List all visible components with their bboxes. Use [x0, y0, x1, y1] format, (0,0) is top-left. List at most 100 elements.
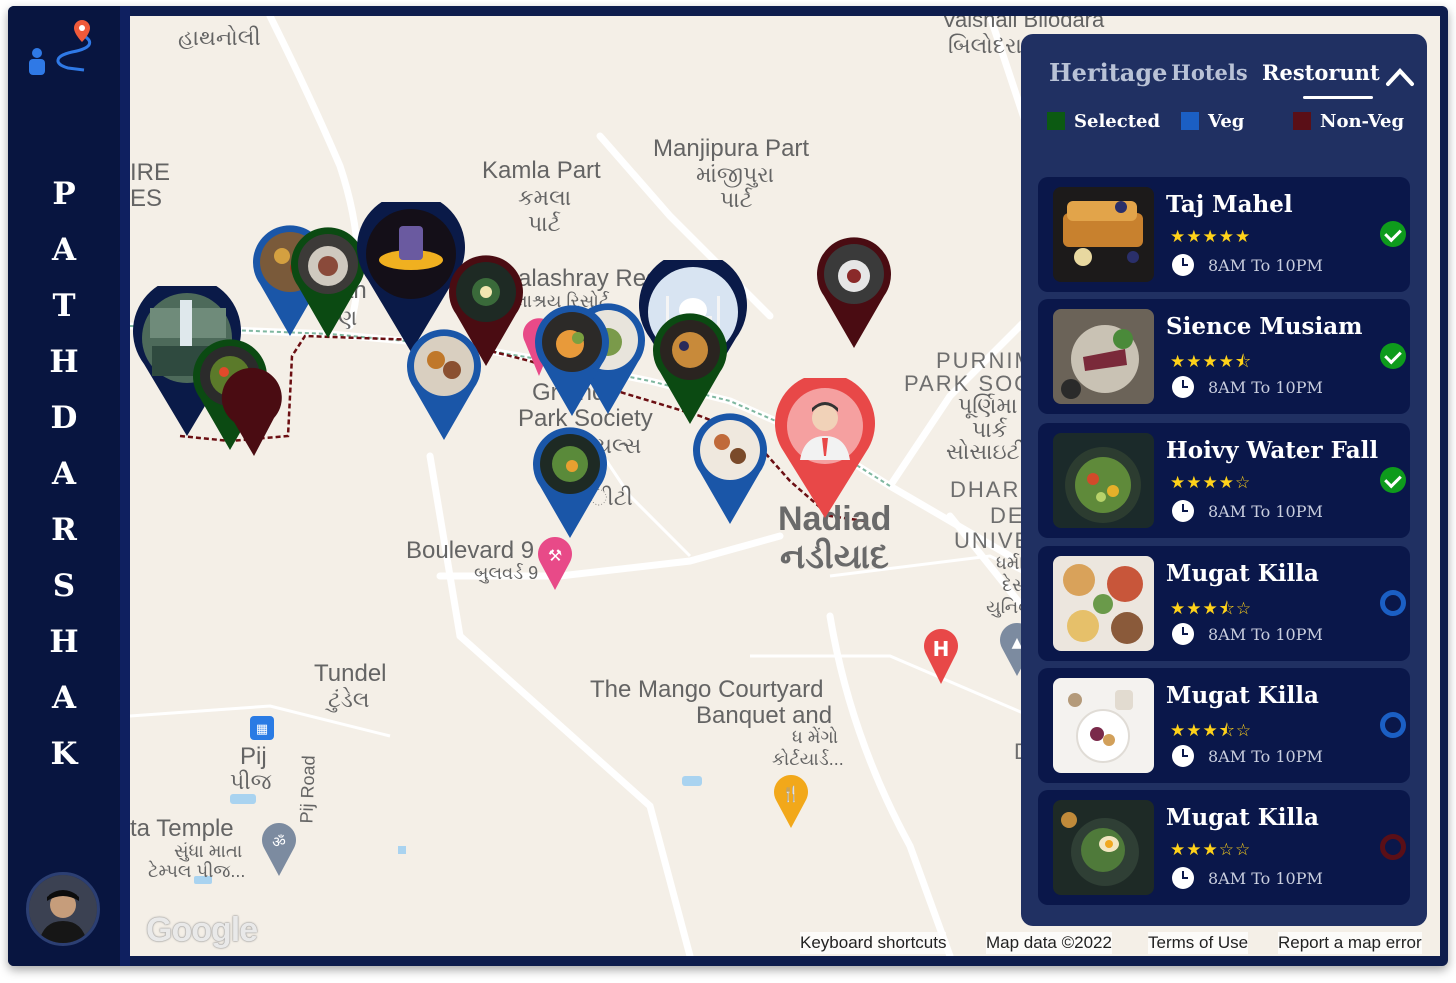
place-thumbnail [1053, 678, 1154, 773]
map-label: માંજીપુરા [696, 162, 775, 187]
map-label: Banquet and [696, 702, 833, 729]
unselected-radio-icon[interactable] [1380, 712, 1406, 738]
app-window: P A T H D A R S H A K ▦ હાથનોલી Kamla Pa… [8, 6, 1448, 966]
tab-restorunt[interactable]: Restorunt [1262, 60, 1380, 85]
opening-hours: 8AM To 10PM [1172, 376, 1323, 399]
keyboard-shortcuts-link[interactable]: Keyboard shortcuts [800, 932, 947, 954]
map-pin-veg[interactable] [532, 426, 608, 538]
brand-letter: R [51, 512, 77, 548]
place-name: Mugat Killa [1166, 560, 1319, 587]
map-label: હાથનોલી [178, 25, 261, 50]
map-pin-veg[interactable] [406, 328, 482, 440]
svg-text:▦: ▦ [256, 722, 268, 737]
map-label: Kamla Part [482, 157, 601, 184]
app-logo-icon[interactable] [24, 18, 104, 78]
place-card[interactable]: Sience Musiam ★★★★⯪ 8AM To 10PM [1038, 299, 1410, 414]
tab-heritage[interactable]: Heritage [1049, 58, 1167, 87]
unselected-radio-icon[interactable] [1380, 590, 1406, 616]
map-label: પાર્ક [972, 417, 1008, 442]
map-label: કમલા [518, 185, 572, 210]
map-label: ટુંડેલ [328, 687, 370, 712]
legend-non-veg: Non-Veg [1293, 110, 1404, 134]
place-thumbnail [1053, 433, 1154, 528]
map-label: ta Temple [130, 815, 234, 842]
place-card[interactable]: Mugat Killa ★★★☆☆ 8AM To 10PM [1038, 790, 1410, 905]
tab-hotels[interactable]: Hotels [1171, 60, 1248, 85]
clock-icon [1172, 623, 1194, 645]
legend-veg: Veg [1181, 110, 1244, 134]
rating-stars: ★★★⯪☆ [1170, 721, 1253, 741]
map-pin-veg[interactable] [692, 412, 768, 524]
map-pin-selected[interactable] [652, 312, 728, 424]
svg-text:ॐ: ॐ [272, 833, 286, 851]
place-card[interactable]: Mugat Killa ★★★⯪☆ 8AM To 10PM [1038, 546, 1410, 661]
map-pin-selected[interactable] [290, 226, 366, 338]
unselected-radio-icon[interactable] [1380, 834, 1406, 860]
brand-letter: H [49, 344, 79, 380]
map-label: Pij [240, 743, 267, 770]
map-pin-poi[interactable]: ⚒ [536, 534, 574, 590]
map-pin-user-location[interactable] [770, 378, 880, 518]
place-thumbnail [1053, 800, 1154, 895]
map-label: Pij Road [296, 755, 319, 824]
clock-icon [1172, 376, 1194, 398]
place-card[interactable]: Taj Mahel ★★★★★ 8AM To 10PM [1038, 177, 1410, 292]
map-pin-nonveg[interactable] [214, 360, 282, 456]
clock-icon [1172, 254, 1194, 276]
rating-stars: ★★★⯪☆ [1170, 599, 1253, 619]
map-pin-restaurant[interactable]: 🍴 [772, 772, 810, 828]
brand-letter: A [51, 232, 77, 268]
selected-check-icon[interactable] [1380, 221, 1406, 247]
legend-swatch [1181, 112, 1199, 130]
map-label: Manjipura Part [653, 135, 810, 162]
opening-hours: 8AM To 10PM [1172, 254, 1323, 277]
map-label: Tundel [314, 660, 387, 687]
brand-letter: P [52, 176, 76, 212]
map-pin-hospital[interactable]: H [922, 626, 960, 684]
place-card[interactable]: Hoivy Water Fall ★★★★☆ 8AM To 10PM [1038, 423, 1410, 538]
map-label: ES [130, 185, 163, 212]
chevron-up-icon[interactable] [1385, 64, 1415, 88]
sidebar-divider [120, 6, 130, 966]
map-label: The Mango Courtyard [590, 676, 824, 703]
brand-letter: H [49, 624, 79, 660]
map-pin-temple[interactable]: ॐ [260, 820, 298, 876]
brand-vertical-title: P A T H D A R S H A K [8, 166, 120, 782]
map-label: ધ મેંગો [792, 727, 839, 747]
rating-stars: ★★★★⯪ [1170, 352, 1253, 372]
rating-stars: ★★★☆☆ [1170, 840, 1252, 860]
map-label: બિલોદરા [948, 33, 1022, 58]
clock-icon [1172, 867, 1194, 889]
opening-hours: 8AM To 10PM [1172, 867, 1323, 890]
brand-letter: A [51, 456, 77, 492]
map-pin-nonveg[interactable] [816, 236, 892, 348]
report-error-link[interactable]: Report a map error [1278, 932, 1422, 954]
svg-text:🍴: 🍴 [782, 785, 801, 803]
map-label: બુલવર્ડ 9 [474, 563, 539, 583]
brand-letter: K [50, 736, 78, 772]
places-panel: Heritage Hotels Restorunt Selected Veg N… [1021, 34, 1427, 926]
selected-check-icon[interactable] [1380, 467, 1406, 493]
place-thumbnail [1053, 309, 1154, 404]
place-card[interactable]: Mugat Killa ★★★⯪☆ 8AM To 10PM [1038, 668, 1410, 783]
opening-hours: 8AM To 10PM [1172, 623, 1323, 646]
place-name: Sience Musiam [1166, 313, 1363, 340]
map-label: પાર્ટ [528, 211, 561, 236]
place-thumbnail [1053, 556, 1154, 651]
map-pin-veg[interactable] [534, 304, 610, 416]
active-tab-indicator [1303, 96, 1373, 99]
rating-stars: ★★★★★ [1170, 227, 1252, 247]
place-name: Taj Mahel [1166, 191, 1293, 218]
map-label: કોર્ટયાર્ડ... [772, 749, 844, 769]
map-label: સોસાઇટી [946, 439, 1026, 464]
user-avatar[interactable] [26, 872, 100, 946]
opening-hours: 8AM To 10PM [1172, 745, 1323, 768]
clock-icon [1172, 745, 1194, 767]
terms-link[interactable]: Terms of Use [1148, 932, 1249, 954]
map-label: પાર્ટ [720, 187, 753, 212]
sidebar: P A T H D A R S H A K [8, 6, 120, 966]
legend: Selected Veg Non-Veg [1047, 110, 1407, 138]
selected-check-icon[interactable] [1380, 343, 1406, 369]
brand-letter: A [51, 680, 77, 716]
google-logo: Google [146, 911, 258, 949]
